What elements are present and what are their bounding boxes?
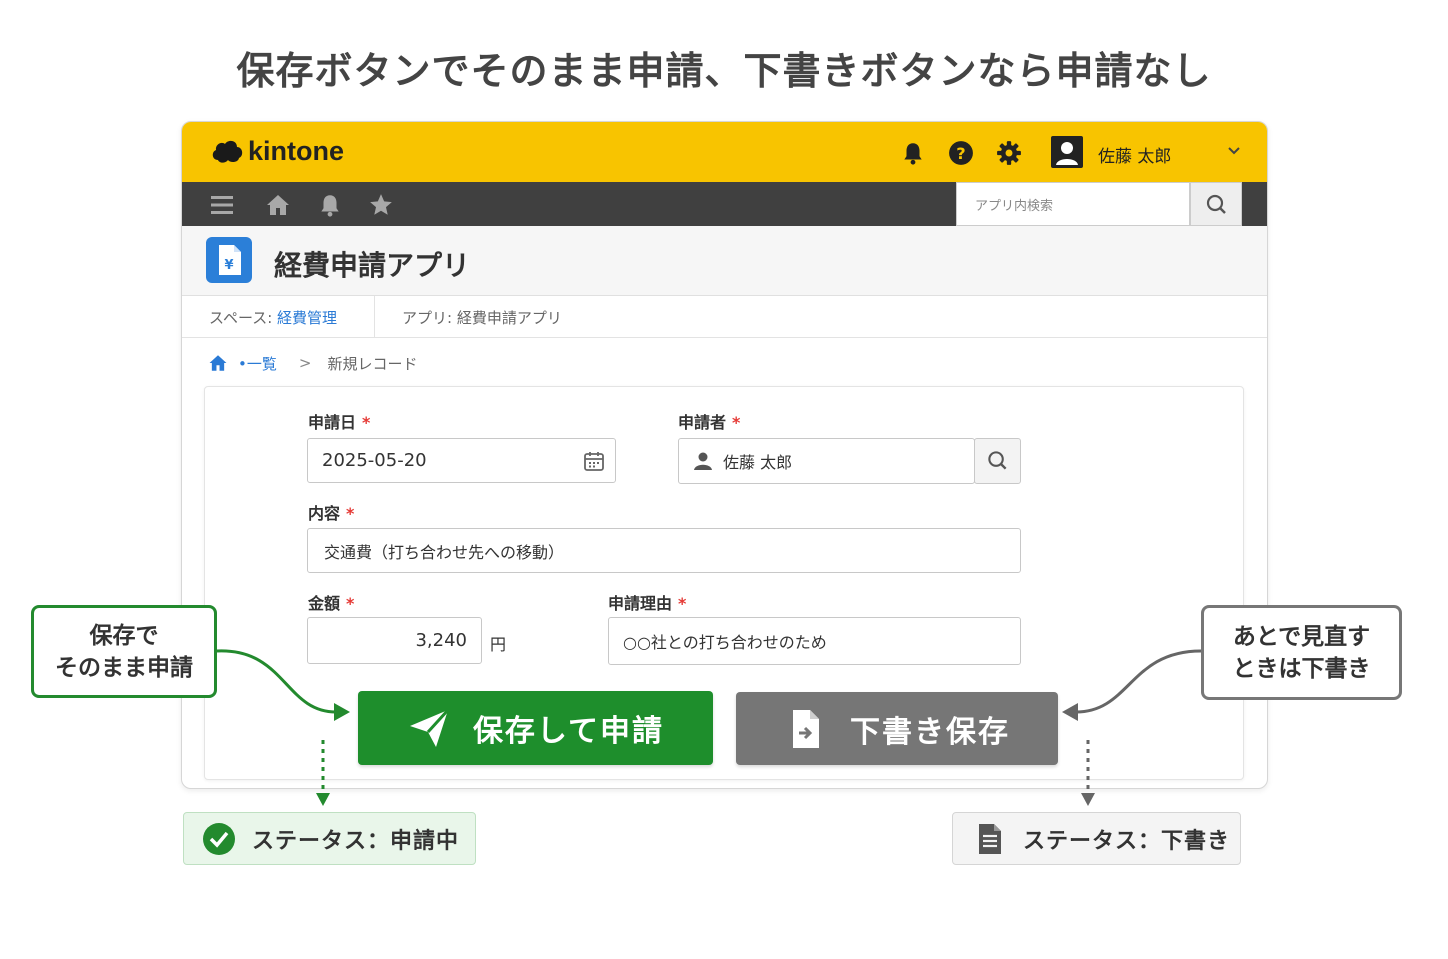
submit-callout-line1: 保存で [89,622,159,649]
date-label: 申請日 * [308,409,370,433]
app-breadcrumb[interactable]: アプリ: 経費申請アプリ [402,307,562,328]
required-mark: * [346,504,355,523]
applicant-field[interactable]: 佐藤 太郎 [678,438,975,484]
status-submitted-badge: ステータス：申請中 [183,812,476,865]
amount-unit: 円 [490,635,507,654]
status-draft-badge: ステータス：下書き [952,812,1241,865]
applicant-value: 佐藤 太郎 [723,453,793,472]
submit-callout-line2: そのまま申請 [55,654,193,681]
app-search-input[interactable]: アプリ内検索 [956,182,1190,226]
chevron-down-icon[interactable] [1226,142,1242,158]
required-mark: * [346,594,355,613]
applicant-label-text: 申請者 [678,413,727,432]
reason-field[interactable]: ○○社との打ち合わせのため [608,617,1021,665]
applicant-search-button[interactable] [974,438,1021,484]
star-icon[interactable] [368,192,394,218]
save-and-submit-button[interactable]: 保存して申請 [358,691,713,765]
status-draft-text: ステータス：下書き [1023,828,1231,854]
search-icon [1206,194,1226,214]
current-page: 新規レコード [327,354,418,373]
reason-label-text: 申請理由 [608,594,673,613]
submit-callout: 保存で そのまま申請 [31,605,217,698]
kintone-logo[interactable]: kintone [210,136,344,167]
required-mark: * [732,413,741,432]
amount-label: 金額 * [308,590,354,614]
draft-label: 下書き保存 [850,714,1010,750]
notification-bell-icon[interactable] [317,192,343,218]
document-icon [979,823,1001,854]
amount-field[interactable]: 3,240 [307,617,482,664]
draft-document-icon [793,709,819,748]
content-field[interactable]: 交通費（打ち合わせ先への移動） [307,528,1021,573]
submit-status-arrowhead-icon [316,793,330,806]
check-circle-icon [203,822,235,855]
user-icon [694,452,712,470]
list-link[interactable]: •一覧 [238,353,277,374]
date-label-text: 申請日 [308,413,357,432]
status-submitted-text: ステータス：申請中 [252,828,460,854]
date-value: 2025-05-20 [322,450,427,471]
reason-label: 申請理由 * [608,590,686,614]
user-avatar-icon[interactable] [1051,136,1083,168]
record-path: •一覧 > 新規レコード [208,352,417,374]
amount-label-text: 金額 [308,594,341,613]
draft-callout-line1: あとで見直す [1232,623,1371,650]
bell-icon[interactable] [900,140,926,166]
cloud-logo-icon [212,140,243,163]
user-name[interactable]: 佐藤 太郎 [1098,142,1171,167]
record-form: 申請日 * 2025-05-20 申請者 * 佐藤 太郎 内容 * 交通費（打ち… [204,386,1244,780]
nav-bar: アプリ内検索 [182,182,1267,226]
breadcrumb: スペース: 経費管理 アプリ: 経費申請アプリ [182,296,1267,338]
home-icon[interactable] [265,192,291,218]
svg-text:?: ? [956,144,965,163]
content-label: 内容 * [308,500,354,524]
submit-label: 保存して申請 [472,714,665,749]
svg-text:¥: ¥ [224,258,233,273]
kintone-window: kintone ? 佐藤 太郎 アプリ内検索 ¥ 経費申請アプリ スペース: 経… [181,121,1268,789]
save-draft-button[interactable]: 下書き保存 [736,692,1058,765]
header-bar: kintone ? 佐藤 太郎 [182,122,1267,182]
required-mark: * [362,413,371,432]
content-label-text: 内容 [308,504,341,523]
app-title: 経費申請アプリ [274,249,471,282]
date-field[interactable]: 2025-05-20 [307,438,616,483]
draft-callout: あとで見直す ときは下書き [1201,605,1402,700]
required-mark: * [678,594,687,613]
document-yen-icon: ¥ [206,237,252,283]
app-header: ¥ 経費申請アプリ [182,226,1267,296]
divider [374,296,375,338]
headline: 保存ボタンでそのまま申請、下書きボタンなら申請なし [236,49,1212,93]
menu-icon[interactable] [209,192,235,218]
send-icon [409,708,450,747]
space-link[interactable]: 経費管理 [277,309,337,327]
brand-name: kintone [248,136,345,166]
space-breadcrumb: スペース: 経費管理 [209,307,337,328]
home-link-icon[interactable] [208,353,228,373]
help-icon[interactable]: ? [948,140,974,166]
draft-callout-line2: ときは下書き [1232,655,1371,682]
applicant-label: 申請者 * [678,409,740,433]
draft-status-arrowhead-icon [1081,793,1095,806]
search-icon [988,451,1007,470]
gear-icon[interactable] [996,140,1022,166]
space-prefix: スペース: [209,309,278,327]
path-separator: > [298,354,312,372]
calendar-icon[interactable] [583,450,605,472]
search-button[interactable] [1190,182,1242,226]
